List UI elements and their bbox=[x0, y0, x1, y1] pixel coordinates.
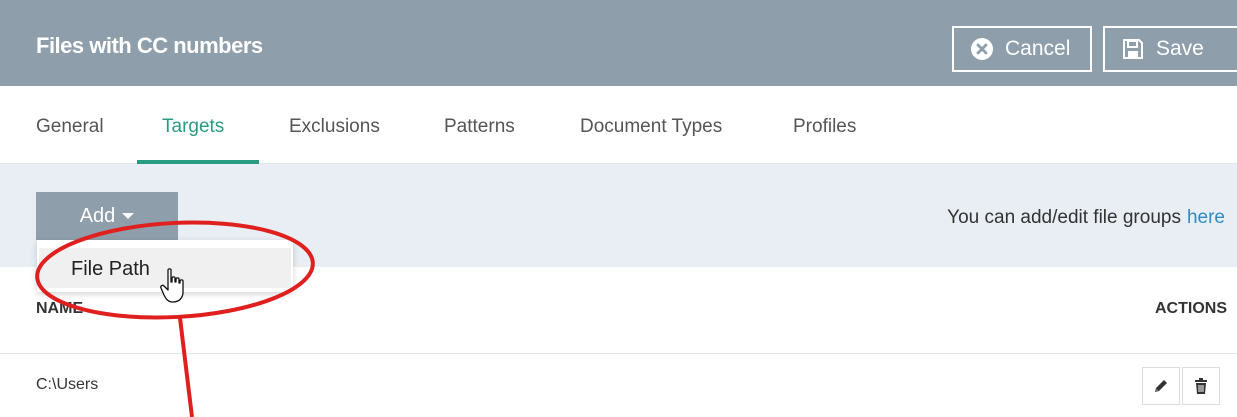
edit-button[interactable] bbox=[1142, 367, 1180, 405]
row-name-cell: C:\Users bbox=[36, 376, 99, 393]
add-button-label: Add bbox=[79, 204, 116, 227]
tab-bar: General Targets Exclusions Patterns Docu… bbox=[0, 86, 1237, 164]
save-button-label: Save bbox=[1156, 37, 1204, 60]
hand-pointer-icon bbox=[160, 268, 184, 303]
hint-text: You can add/edit file groups bbox=[947, 207, 1181, 228]
tab-exclusions[interactable]: Exclusions bbox=[289, 116, 380, 138]
table-row: C:\Users bbox=[0, 354, 1237, 417]
column-header-name: NAME bbox=[36, 300, 84, 317]
cancel-button-label: Cancel bbox=[1005, 37, 1071, 60]
file-groups-link[interactable]: here bbox=[1187, 207, 1225, 228]
tab-profiles[interactable]: Profiles bbox=[793, 116, 856, 138]
page-header: Files with CC numbers Cancel Save bbox=[0, 0, 1237, 86]
close-circle-icon bbox=[971, 38, 993, 60]
trash-icon bbox=[1195, 378, 1207, 394]
tab-targets[interactable]: Targets bbox=[162, 116, 224, 138]
save-button[interactable]: Save bbox=[1103, 26, 1237, 72]
add-button[interactable]: Add bbox=[36, 192, 178, 240]
pencil-icon bbox=[1155, 380, 1167, 392]
file-groups-hint: You can add/edit file groups here bbox=[947, 207, 1225, 229]
cancel-button[interactable]: Cancel bbox=[952, 26, 1092, 72]
tab-patterns[interactable]: Patterns bbox=[444, 116, 515, 138]
column-header-actions: ACTIONS bbox=[1155, 300, 1227, 317]
tab-general[interactable]: General bbox=[36, 116, 104, 138]
page-title: Files with CC numbers bbox=[36, 33, 263, 58]
caret-down-icon bbox=[122, 213, 135, 219]
tab-document-types[interactable]: Document Types bbox=[580, 116, 722, 138]
delete-button[interactable] bbox=[1182, 367, 1220, 405]
floppy-disk-icon bbox=[1123, 39, 1143, 59]
